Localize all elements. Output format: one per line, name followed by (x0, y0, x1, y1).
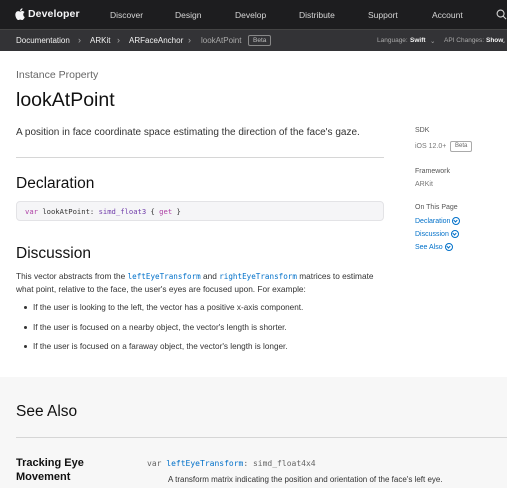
getter-keyword: get (159, 207, 173, 216)
nav-develop[interactable]: Develop (235, 10, 266, 20)
chevron-down-icon[interactable]: ⌄ (501, 37, 506, 45)
topic-abstract: A transform matrix indicating the positi… (168, 475, 443, 484)
left-eye-transform-link[interactable]: leftEyeTransform (128, 272, 201, 281)
nav-distribute[interactable]: Distribute (299, 10, 335, 20)
sdk-beta-badge: Beta (450, 141, 473, 152)
type-annotation: : simd_float4x4 (243, 459, 316, 468)
topic-declaration: var leftEyeTransform: simd_float4x4 (147, 459, 316, 468)
breadcrumb-arfaceanchor[interactable]: ARFaceAnchor (129, 36, 183, 45)
colon: : (89, 207, 95, 216)
nav-account[interactable]: Account (432, 10, 463, 20)
brand-label: Developer (28, 8, 80, 20)
abstract: A position in face coordinate space esti… (16, 127, 360, 138)
divider (16, 157, 384, 158)
keyword: var (25, 207, 38, 216)
discussion-text-part: This vector abstracts from the (16, 271, 128, 281)
keyword: var (147, 459, 162, 468)
divider (16, 437, 507, 438)
toc-link-label: Discussion (415, 230, 449, 238)
breadcrumb-documentation[interactable]: Documentation (16, 36, 70, 45)
framework-label: Framework (415, 168, 451, 175)
api-changes-label: API Changes: (444, 37, 485, 44)
topic-group-title: Tracking Eye Movement (16, 457, 84, 483)
search-icon[interactable] (496, 9, 507, 20)
arrow-down-circle-icon (444, 243, 453, 251)
brace-close: } (176, 207, 181, 216)
list-item: If the user is focused on a nearby objec… (24, 322, 384, 342)
nav-design[interactable]: Design (175, 10, 201, 20)
discussion-text-part: and (200, 271, 220, 281)
declaration-code: var lookAtPoint: simd_float3 { get } (16, 201, 384, 221)
see-also-heading: See Also (16, 403, 78, 420)
list-item: If the user is looking to the left, the … (24, 302, 384, 322)
symbol-kind: Instance Property (16, 69, 99, 81)
arrow-down-circle-icon (450, 230, 459, 238)
sdk-value: iOS 12.0+ (415, 143, 447, 150)
nav-discover[interactable]: Discover (110, 10, 143, 20)
chevron-right-icon: › (117, 35, 120, 45)
brace-open: { (150, 207, 155, 216)
toc-link-discussion[interactable]: Discussion (415, 230, 459, 238)
framework-link[interactable]: ARKit (415, 181, 433, 188)
chevron-right-icon: › (188, 35, 191, 45)
discussion-list: If the user is looking to the left, the … (24, 302, 384, 361)
toc-link-label: See Also (415, 243, 443, 251)
left-eye-transform-topic-link[interactable]: leftEyeTransform (166, 459, 243, 468)
symbol-name: lookAtPoint (42, 207, 90, 216)
arrow-down-circle-icon (452, 217, 461, 225)
chevron-down-icon[interactable]: ⌄ (430, 37, 435, 45)
global-nav: Developer Discover Design Develop Distri… (0, 0, 507, 29)
toc-link-see-also[interactable]: See Also (415, 243, 453, 251)
breadcrumb-arkit[interactable]: ARKit (90, 36, 110, 45)
language-label: Language: (377, 37, 408, 44)
toc-link-label: Declaration (415, 217, 451, 225)
developer-home-link[interactable]: Developer (15, 8, 80, 20)
on-this-page-label: On This Page (415, 204, 458, 211)
apple-logo-icon (15, 8, 25, 20)
discussion-text: This vector abstracts from the leftEyeTr… (16, 270, 386, 296)
discussion-heading: Discussion (16, 245, 91, 262)
chevron-right-icon: › (78, 35, 81, 45)
language-switch[interactable]: Swift (410, 37, 426, 44)
beta-badge: Beta (248, 35, 272, 46)
list-item: If the user is focused on a faraway obje… (24, 341, 384, 361)
nav-support[interactable]: Support (368, 10, 398, 20)
right-eye-transform-link[interactable]: rightEyeTransform (219, 272, 297, 281)
declaration-heading: Declaration (16, 175, 95, 192)
page-title: lookAtPoint (16, 89, 115, 111)
toc-link-declaration[interactable]: Declaration (415, 217, 461, 225)
breadcrumb-bar: Documentation › ARKit › ARFaceAnchor › l… (0, 29, 507, 51)
sdk-label: SDK (415, 127, 430, 134)
type-link[interactable]: simd_float3 (99, 207, 147, 216)
breadcrumb-current: lookAtPoint (201, 36, 242, 45)
